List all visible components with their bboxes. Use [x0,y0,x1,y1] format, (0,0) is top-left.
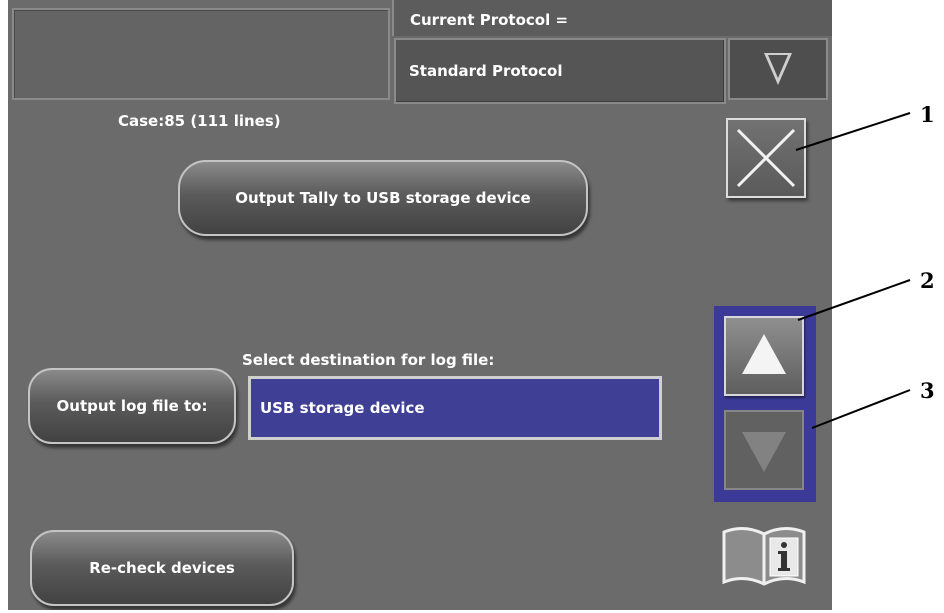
recheck-devices-button[interactable]: Re-check devices [30,530,294,606]
case-info: Case:85 (111 lines) [118,112,281,130]
protocol-value: Standard Protocol [409,62,563,80]
book-info-icon [722,527,806,586]
callout-label-2: 2 [920,268,935,293]
protocol-dropdown-button[interactable] [728,38,828,100]
help-book-button[interactable] [716,522,812,590]
log-destination-field[interactable]: USB storage device [248,376,662,440]
output-tally-button[interactable]: Output Tally to USB storage device [178,160,588,236]
device-screen: Current Protocol = Standard Protocol Cas… [8,0,832,610]
callout-label-3: 3 [920,378,935,403]
callout-label-1: 1 [920,102,935,127]
scroll-panel [714,306,816,502]
close-button[interactable] [726,118,806,198]
protocol-header: Current Protocol = [392,0,832,36]
log-destination-label: Select destination for log file: [242,351,495,369]
triangle-down-icon [742,432,786,472]
triangle-up-icon [742,334,786,374]
output-log-button[interactable]: Output log file to: [28,368,236,444]
protocol-title: Current Protocol = [410,11,569,29]
scroll-down-button[interactable] [724,410,804,490]
protocol-select[interactable]: Standard Protocol [394,38,726,104]
scroll-up-button[interactable] [724,316,804,396]
triangle-down-outline-icon [764,53,792,85]
info-display-panel [12,8,390,100]
page: Current Protocol = Standard Protocol Cas… [0,0,944,613]
log-destination-value: USB storage device [260,399,425,417]
x-close-icon [736,128,796,188]
